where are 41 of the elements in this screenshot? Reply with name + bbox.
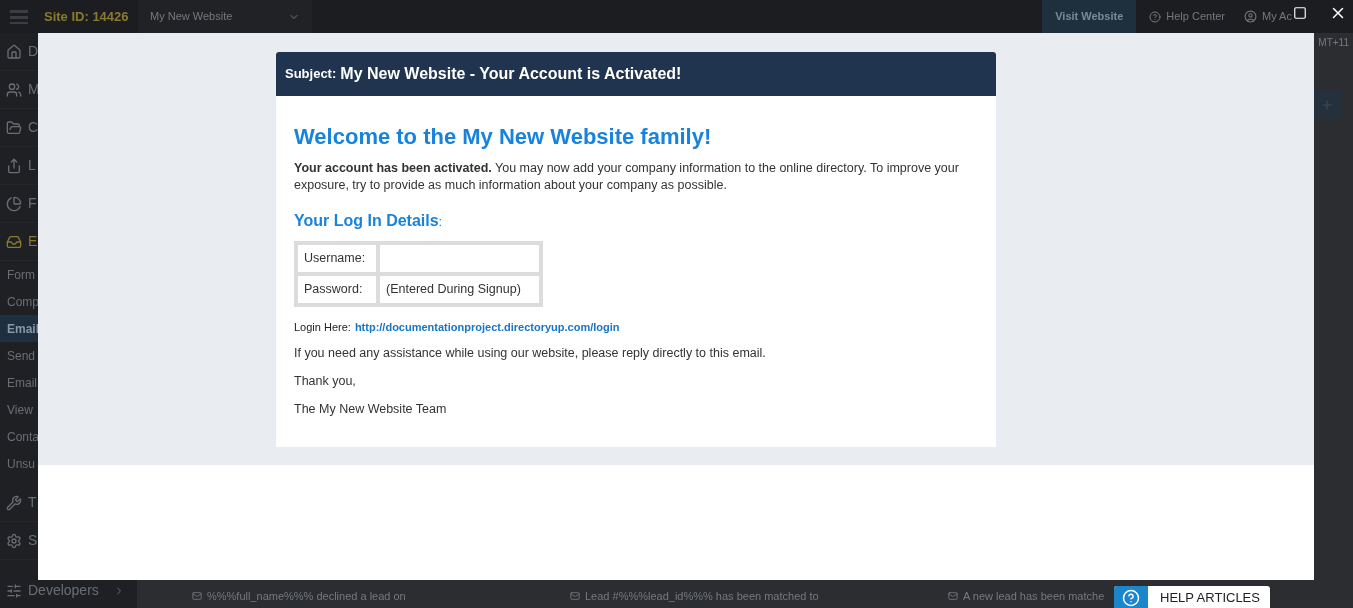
login-link[interactable]: http://documentationproject.directoryup.com/login (354, 319, 620, 336)
visit-website-button[interactable]: Visit Website (1042, 0, 1137, 33)
site-select[interactable]: My New Website (138, 0, 312, 33)
settings-icon (6, 532, 22, 549)
help-icon (1122, 589, 1140, 607)
help-articles-button[interactable]: HELP ARTICLES (1114, 586, 1270, 608)
add-button[interactable] (1313, 90, 1341, 120)
email-subject: My New Website - Your Account is Activated! (340, 64, 682, 84)
home-icon (6, 43, 22, 60)
sliders-icon (6, 582, 22, 599)
subject-label: Subject: (285, 65, 337, 84)
welcome-heading: Welcome to the My New Website family! (294, 124, 713, 150)
table-cell: (Entered During Signup) (380, 276, 539, 303)
mail-icon (192, 591, 202, 602)
help-center-link[interactable]: Help Center (1136, 0, 1238, 33)
feed-text: Lead #%%%lead_id%%% has been matched to (585, 589, 819, 604)
pie-chart-icon (6, 195, 22, 212)
feed-text: A new lead has been matche (963, 589, 1105, 604)
inbox-icon (6, 233, 22, 250)
help-icon (1149, 10, 1162, 23)
intro-paragraph: Your account has been activated. You may now add your company information to the online directory. To improve your exposure, try to provide as much information about your company as possible. (294, 160, 960, 194)
wrench-icon (6, 494, 22, 511)
users-icon (6, 81, 22, 98)
mail-icon (948, 591, 958, 602)
feed-text: %%%full_name%%% declined a lead on (207, 589, 406, 604)
details-heading: Your Log In Details (294, 211, 439, 231)
details-colon: : (438, 213, 443, 231)
email-paragraph: Thank you, (294, 372, 357, 390)
folder-icon (6, 119, 22, 136)
table-cell: Username: (298, 245, 376, 272)
email-paragraph: If you need any assistance while using our website, please reply directly to this email. (294, 344, 767, 362)
account-menu[interactable]: My Ac (1238, 0, 1353, 33)
site-id: Site ID: 14426 (43, 7, 130, 26)
mail-icon (570, 591, 580, 602)
table-cell: Password: (298, 276, 376, 303)
user-icon (1244, 10, 1257, 23)
share-arrow-icon (6, 157, 22, 174)
email-paragraph: The My New Website Team (294, 400, 448, 418)
timezone-label: MT+11 (1318, 36, 1349, 50)
login-label: Login Here: (294, 320, 351, 335)
maximize-icon[interactable] (1293, 6, 1307, 20)
